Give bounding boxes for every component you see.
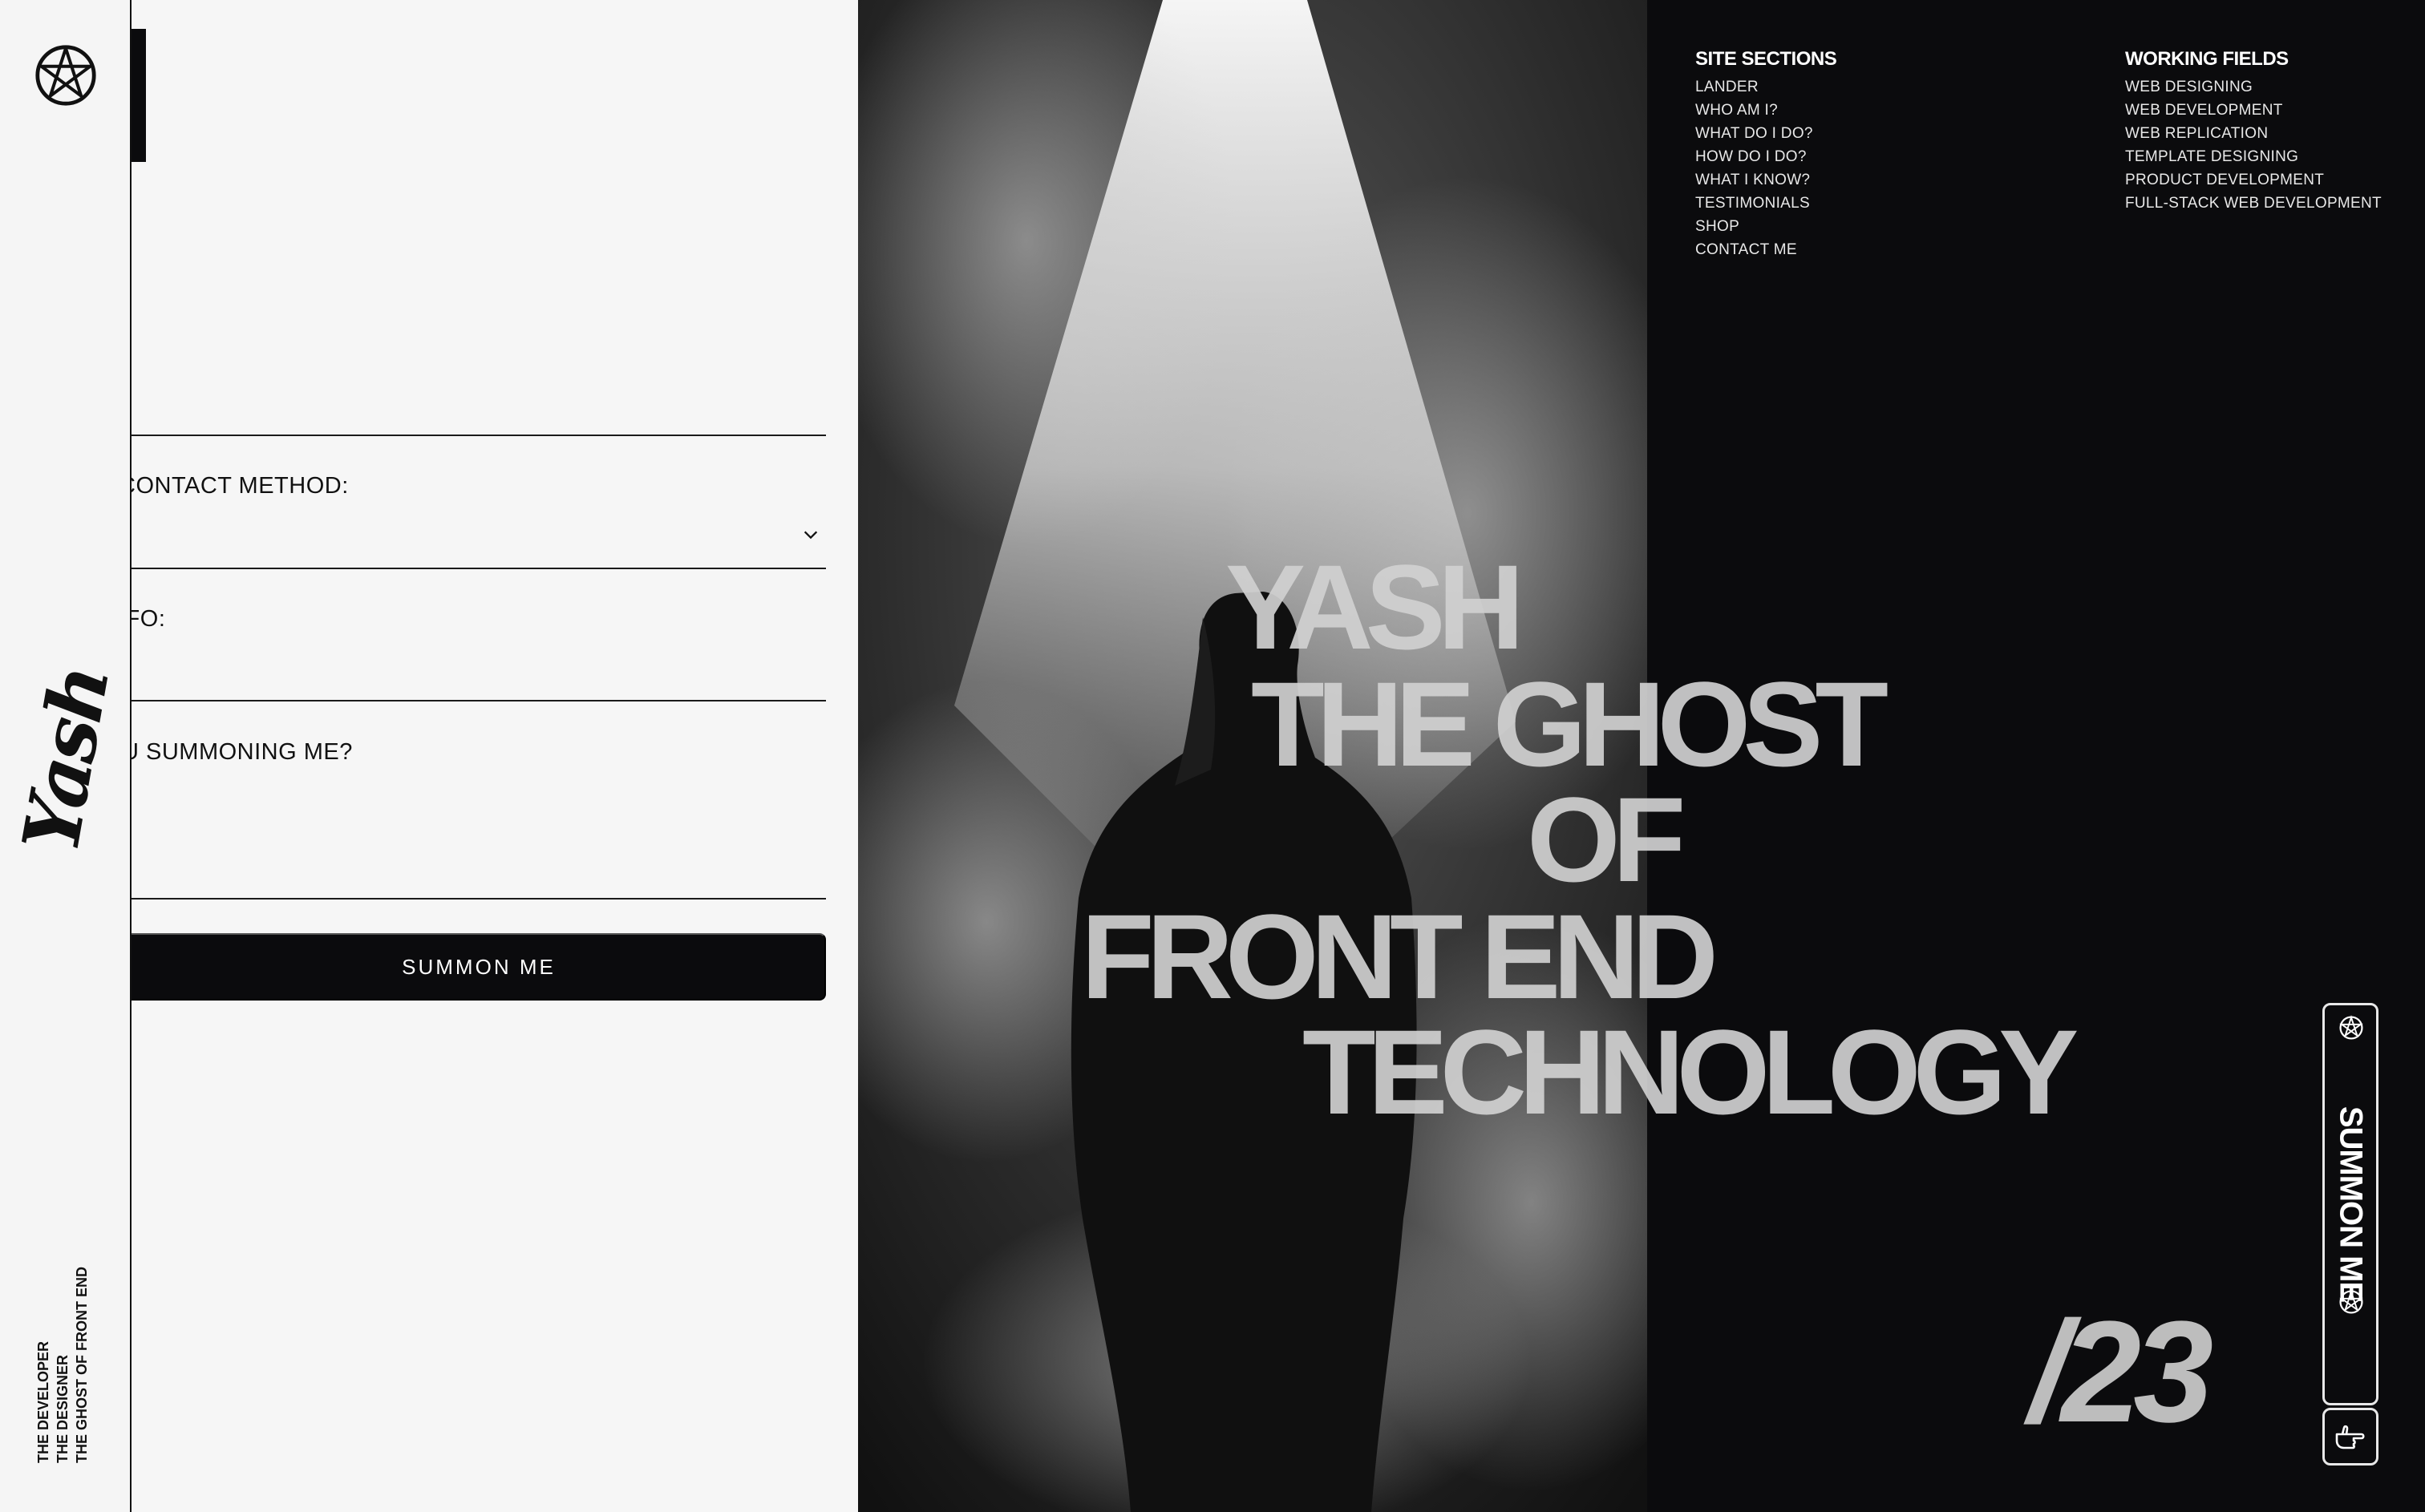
nav-link-contact-me[interactable]: CONTACT ME (1695, 238, 1836, 261)
pentagram-icon (2339, 1015, 2363, 1040)
pentagram-logo-icon[interactable] (34, 43, 98, 107)
nav-link-lander[interactable]: LANDER (1695, 75, 1836, 99)
nav-link-shop[interactable]: SHOP (1695, 215, 1836, 238)
nav-link-testimonials[interactable]: TESTIMONIALS (1695, 192, 1836, 215)
pentagram-icon (2339, 1289, 2363, 1314)
contact-method-label: CONTACT METHOD: (132, 473, 349, 499)
working-fields-nav: WORKING FIELDS WEB DESIGNING WEB DEVELOP… (2125, 48, 2382, 215)
tagline-ghost: THE GHOST OF FRONT END (74, 1267, 90, 1463)
tagline-designer: THE DESIGNER (55, 1354, 71, 1463)
headline-line-the-ghost: THE GHOST (1251, 657, 1889, 791)
year-label: /23 (2029, 1292, 2213, 1453)
floating-summon-button[interactable]: SUMMON ME (2322, 1003, 2378, 1405)
headline-line-of: OF (1527, 772, 1686, 907)
info-input-underline[interactable] (132, 700, 826, 701)
field-full-stack[interactable]: FULL-STACK WEB DEVELOPMENT (2125, 192, 2382, 215)
site-sections-title: SITE SECTIONS (1695, 48, 1837, 70)
field-underline (132, 435, 826, 436)
summon-submit-button[interactable]: SUMMON ME (132, 933, 826, 1001)
nav-link-what-i-know[interactable]: WHAT I KNOW? (1695, 168, 1836, 192)
chevron-down-icon[interactable] (802, 526, 820, 544)
field-web-replication[interactable]: WEB REPLICATION (2125, 122, 2382, 145)
field-web-designing[interactable]: WEB DESIGNING (2125, 75, 2382, 99)
headline-line-front-end: FRONT END (1081, 889, 1719, 1024)
headline-line-technology: TECHNOLOGY (1302, 1005, 2079, 1139)
left-sidebar: Yash THE DEVELOPER THE DESIGNER THE GHOS… (0, 0, 132, 1512)
nav-link-what-do-i-do[interactable]: WHAT DO I DO? (1695, 122, 1836, 145)
field-web-development[interactable]: WEB DEVELOPMENT (2125, 99, 2382, 122)
field-product-development[interactable]: PRODUCT DEVELOPMENT (2125, 168, 2382, 192)
pointing-hand-button[interactable] (2322, 1408, 2378, 1466)
contact-method-underline (132, 568, 826, 569)
reason-label: U SUMMONING ME? (132, 739, 353, 765)
info-label: IFO: (132, 606, 166, 632)
nav-link-how-do-i-do[interactable]: HOW DO I DO? (1695, 145, 1836, 168)
pointing-hand-icon (2335, 1425, 2365, 1449)
signature-logo[interactable]: Yash (5, 661, 126, 859)
contact-form-panel: CONTACT METHOD: ord IFO: U SUMMONING ME?… (132, 0, 858, 1512)
floating-summon-label: SUMMON ME (2333, 1106, 2369, 1303)
tagline-developer: THE DEVELOPER (35, 1340, 51, 1463)
field-template-designing[interactable]: TEMPLATE DESIGNING (2125, 145, 2382, 168)
tagline-stack: THE DEVELOPER THE DESIGNER THE GHOST OF … (34, 1142, 91, 1463)
working-fields-title: WORKING FIELDS (2125, 48, 2289, 70)
headline-line-yash: YASH (1225, 540, 1524, 674)
panel-edge-block (132, 29, 146, 162)
nav-link-who-am-i[interactable]: WHO AM I? (1695, 99, 1836, 122)
reason-textarea-underline[interactable] (132, 898, 826, 900)
site-sections-nav: SITE SECTIONS LANDER WHO AM I? WHAT DO I… (1695, 48, 1837, 261)
